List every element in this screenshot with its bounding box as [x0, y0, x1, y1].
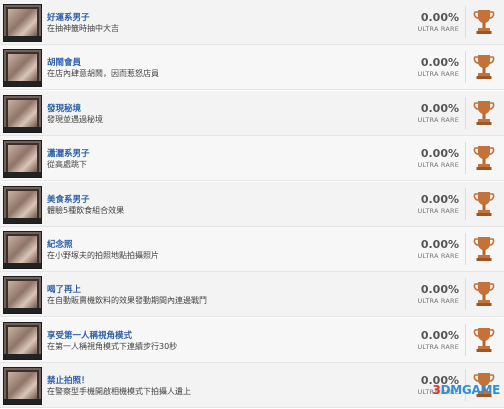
trophy-description: 發現並遇過秘境 [47, 114, 103, 124]
trophy-row[interactable]: 胡鬧會員 在店內肆意胡鬧，因而惹怒店員 0.00% ULTRA RARE [0, 45, 504, 91]
trophy-title[interactable]: 禁止拍照！ [47, 374, 90, 386]
trophy-percent: 0.00% [420, 101, 459, 115]
trophy-title[interactable]: 喝了再上 [47, 283, 81, 295]
3dmgame-watermark: 3DMGAME [432, 383, 501, 397]
trophy-percent: 0.00% [420, 192, 459, 206]
trophy-description: 在店內肆意胡鬧，因而惹怒店員 [47, 69, 159, 79]
trophy-row[interactable]: 瀟灑系男子 從高處跳下 0.00% ULTRA RARE [0, 136, 504, 182]
divider [465, 323, 466, 356]
bronze-trophy-icon [473, 282, 495, 307]
trophy-thumbnail [3, 49, 42, 88]
bronze-trophy-icon [473, 327, 495, 352]
trophy-rarity: ULTRA RARE [417, 115, 459, 124]
divider [465, 51, 466, 84]
trophy-thumbnail [3, 230, 42, 269]
trophy-row[interactable]: 發現秘境 發現並遇過秘境 0.00% ULTRA RARE [0, 90, 504, 136]
bronze-trophy-icon [473, 100, 495, 125]
trophy-percent: 0.00% [420, 147, 459, 161]
trophy-description: 在小野塚夫的拍照地點拍攝照片 [47, 250, 159, 260]
trophy-title[interactable]: 胡鬧會員 [47, 56, 81, 68]
divider [465, 142, 466, 175]
watermark-prefix: 3 [432, 383, 441, 397]
trophy-thumbnail [3, 321, 42, 360]
bronze-trophy-icon [473, 10, 495, 34]
trophy-percent: 0.00% [420, 237, 459, 251]
trophy-thumbnail [3, 276, 42, 315]
bronze-trophy-icon [473, 236, 495, 261]
trophy-row[interactable]: 紀念照 在小野塚夫的拍照地點拍攝照片 0.00% ULTRA RARE [0, 226, 504, 272]
trophy-thumbnail [3, 4, 42, 42]
bronze-trophy-icon [473, 55, 495, 80]
trophy-percent: 0.00% [420, 56, 459, 70]
trophy-percent: 0.00% [420, 283, 459, 297]
trophy-description: 體驗5種飲食組合效果 [47, 205, 125, 215]
trophy-description: 在警察型手機開啟相機模式下拍攝人遺上 [47, 387, 191, 397]
trophy-description: 從高處跳下 [47, 160, 87, 170]
trophy-title[interactable]: 紀念照 [47, 238, 73, 250]
trophy-rarity: ULTRA RARE [417, 251, 459, 260]
trophy-description: 在自動販賣機飲料的效果發動期間內連邊戰鬥 [47, 296, 207, 306]
bronze-trophy-icon [473, 191, 495, 216]
trophy-title[interactable]: 好運系男子 [47, 11, 90, 23]
trophy-title[interactable]: 發現秘境 [47, 102, 81, 114]
trophy-thumbnail [3, 185, 42, 224]
watermark-text: DMGAME [440, 383, 501, 397]
trophy-description: 在抽神籤時抽中大吉 [47, 24, 119, 33]
trophy-title[interactable]: 美食系男子 [47, 193, 90, 205]
trophy-rarity: ULTRA RARE [417, 70, 459, 79]
trophy-row[interactable]: 美食系男子 體驗5種飲食組合效果 0.00% ULTRA RARE [0, 181, 504, 227]
trophy-rarity: ULTRA RARE [417, 161, 459, 170]
divider [465, 278, 466, 311]
trophy-description: 在第一人稱視角模式下連續步行30秒 [47, 341, 178, 351]
trophy-rarity: ULTRA RARE [417, 342, 459, 351]
bronze-trophy-icon [473, 146, 495, 171]
trophy-row[interactable]: 禁止拍照！ 在警察型手機開啟相機模式下拍攝人遺上 0.00% ULTRA RAR… [0, 363, 504, 409]
trophy-percent: 0.00% [420, 11, 459, 24]
trophy-title[interactable]: 瀟灑系男子 [47, 147, 90, 159]
trophy-title[interactable]: 享受第一人稱視角模式 [47, 329, 132, 341]
trophy-rarity: ULTRA RARE [417, 25, 459, 33]
trophy-rarity: ULTRA RARE [417, 206, 459, 215]
divider [465, 6, 466, 38]
trophy-thumbnail [3, 140, 42, 179]
trophy-list: 好運系男子 在抽神籤時抽中大吉 0.00% ULTRA RARE 胡鬧會員 在店… [0, 0, 504, 409]
divider [465, 187, 466, 220]
divider [465, 96, 466, 129]
divider [465, 232, 466, 265]
trophy-thumbnail [3, 367, 42, 406]
trophy-rarity: ULTRA RARE [417, 297, 459, 306]
trophy-row[interactable]: 好運系男子 在抽神籤時抽中大吉 0.00% ULTRA RARE [0, 0, 504, 45]
trophy-thumbnail [3, 94, 42, 133]
trophy-row[interactable]: 享受第一人稱視角模式 在第一人稱視角模式下連續步行30秒 0.00% ULTRA… [0, 317, 504, 363]
trophy-row[interactable]: 喝了再上 在自動販賣機飲料的效果發動期間內連邊戰鬥 0.00% ULTRA RA… [0, 272, 504, 318]
trophy-percent: 0.00% [420, 328, 459, 342]
